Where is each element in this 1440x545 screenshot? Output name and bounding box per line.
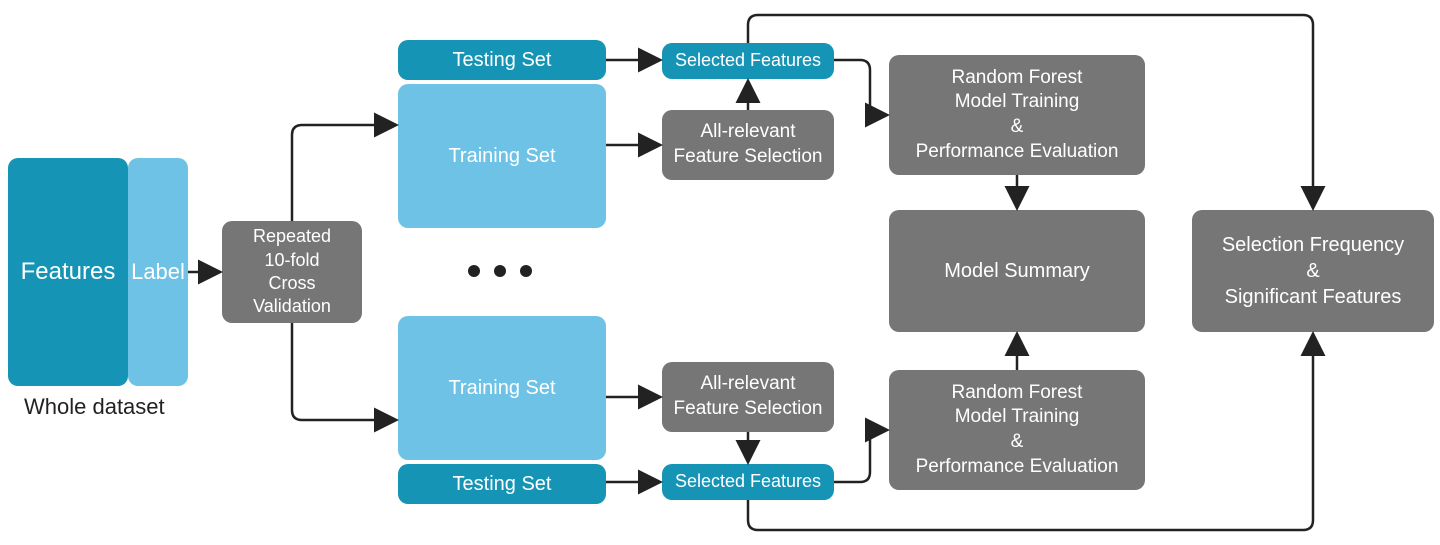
feature-selection-bottom: All-relevant Feature Selection [662, 362, 834, 432]
features-box: Features [8, 158, 128, 386]
model-summary-box: Model Summary [889, 210, 1145, 332]
rf-eval-bottom: Random Forest Model Training & Performan… [889, 370, 1145, 490]
testing-set-top: Testing Set [398, 40, 606, 80]
selection-frequency-box: Selection Frequency & Significant Featur… [1192, 210, 1434, 332]
arrow-cv-to-bottom [292, 323, 394, 420]
selected-features-top: Selected Features [662, 43, 834, 79]
rf-eval-top: Random Forest Model Training & Performan… [889, 55, 1145, 175]
ellipsis-icon [468, 265, 532, 277]
arrow-selected-bot-to-rf [834, 430, 885, 482]
feature-selection-top: All-relevant Feature Selection [662, 110, 834, 180]
arrow-cv-to-top [292, 125, 394, 221]
arrow-selected-top-to-rf [834, 60, 885, 115]
training-set-bottom: Training Set [398, 316, 606, 460]
testing-set-bottom: Testing Set [398, 464, 606, 504]
whole-dataset-caption: Whole dataset [24, 394, 165, 420]
label-box: Label [128, 158, 188, 386]
selected-features-bottom: Selected Features [662, 464, 834, 500]
cross-validation-box: Repeated 10-fold Cross Validation [222, 221, 362, 323]
training-set-top: Training Set [398, 84, 606, 228]
